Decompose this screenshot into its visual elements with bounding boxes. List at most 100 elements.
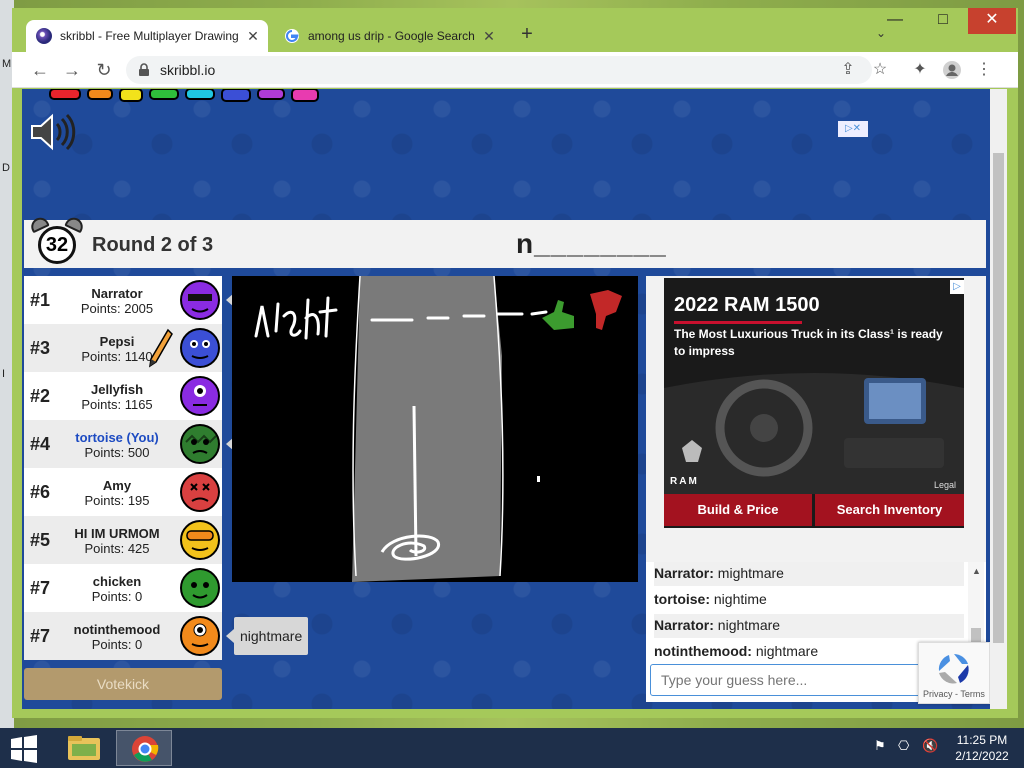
- player-rank: #5: [30, 530, 51, 550]
- player-row[interactable]: #3 Pepsi Points: 1140: [24, 324, 222, 372]
- taskbar-time: 11:25 PM: [956, 733, 1008, 747]
- word-hint: n________: [516, 228, 667, 259]
- player-rank: #2: [30, 386, 51, 406]
- tab-skribbl[interactable]: skribbl - Free Multiplayer Drawing ✕: [26, 20, 268, 52]
- player-rank: #6: [30, 482, 51, 502]
- player-rank: #7: [30, 626, 51, 646]
- tab-title: skribbl - Free Multiplayer Drawing: [60, 29, 239, 43]
- guess-input[interactable]: [650, 664, 922, 696]
- desktop-letter: I: [2, 368, 6, 380]
- ad-choices-icon[interactable]: ▷: [950, 280, 964, 294]
- new-tab-button[interactable]: +: [516, 24, 538, 46]
- back-arrow-icon[interactable]: ←: [28, 58, 52, 82]
- player-row[interactable]: #2 Jellyfish Points: 1165: [24, 372, 222, 420]
- sound-speaker-icon[interactable]: [28, 111, 76, 153]
- player-rank: #4: [30, 434, 51, 454]
- player-name: Amy: [102, 478, 132, 493]
- chat-message: tortoise: nightime: [654, 588, 964, 612]
- player-name: notinthemood: [73, 622, 161, 637]
- player-points: Points: 0: [91, 637, 143, 652]
- network-icon[interactable]: ⎔: [898, 738, 909, 754]
- recaptcha-links[interactable]: Privacy - Terms: [923, 689, 985, 699]
- drawing-canvas[interactable]: [232, 275, 638, 582]
- tab-strip: skribbl - Free Multiplayer Drawing ✕ amo…: [12, 8, 1018, 52]
- browser-window: skribbl - Free Multiplayer Drawing ✕ amo…: [12, 8, 1018, 718]
- player-points: Points: 500: [84, 445, 150, 460]
- tab-close-icon[interactable]: ✕: [480, 28, 498, 45]
- player-points: Points: 1165: [81, 397, 153, 412]
- player-row[interactable]: #4 tortoise (You) Points: 500: [24, 420, 222, 468]
- chat-text: nightmare: [717, 617, 781, 633]
- build-and-price-button[interactable]: Build & Price: [664, 494, 812, 526]
- search-inventory-button[interactable]: Search Inventory: [815, 494, 964, 526]
- chat-text: nightime: [713, 591, 767, 607]
- player-avatar-icon: [180, 424, 220, 464]
- player-row[interactable]: #1 Narrator Points: 2005: [24, 276, 222, 324]
- player-row[interactable]: #6 Amy Points: 195: [24, 468, 222, 516]
- skribbl-logo: [40, 89, 330, 105]
- player-points: Points: 425: [84, 541, 150, 556]
- player-row[interactable]: #5 HI IM URMOM Points: 425: [24, 516, 222, 564]
- ad-choices-icon[interactable]: ▷✕: [838, 121, 868, 137]
- ram-ad-banner[interactable]: 2022 RAM 1500 The Most Luxurious Truck i…: [664, 278, 964, 528]
- bookmark-star-icon[interactable]: ☆: [868, 58, 892, 82]
- chat-text: nightmare: [755, 643, 819, 659]
- taskbar-date: 2/12/2022: [955, 749, 1009, 763]
- player-avatar-icon: [180, 280, 220, 320]
- votekick-button[interactable]: Votekick: [24, 668, 222, 700]
- browser-toolbar: ← → ↻ skribbl.io ⇪ ☆ ✦ ⋮: [12, 52, 1018, 88]
- start-windows-icon[interactable]: [8, 734, 40, 764]
- canvas-drawing: [254, 275, 622, 582]
- chat-message: Narrator: nightmare: [654, 614, 964, 638]
- page-scroll-thumb[interactable]: [993, 153, 1004, 643]
- player-name: Jellyfish: [90, 382, 144, 397]
- profile-avatar-icon[interactable]: [940, 58, 964, 82]
- player-avatar-icon: [180, 616, 220, 656]
- forward-arrow-icon[interactable]: →: [60, 58, 84, 82]
- recaptcha-badge[interactable]: Privacy - Terms: [918, 642, 990, 704]
- chat-user: Narrator:: [654, 617, 714, 633]
- round-indicator: Round 2 of 3: [92, 234, 214, 256]
- player-rank: #3: [30, 338, 51, 358]
- player-avatar-icon: [180, 472, 220, 512]
- minimize-button[interactable]: —: [872, 8, 918, 34]
- page-scrollbar[interactable]: [990, 89, 1007, 709]
- ad-title-underline: [674, 321, 802, 324]
- reload-icon[interactable]: ↻: [92, 58, 116, 82]
- google-favicon-icon: [284, 28, 300, 44]
- share-icon[interactable]: ⇪: [836, 58, 860, 82]
- taskbar-clock[interactable]: 11:25 PM 2/12/2022: [950, 732, 1014, 764]
- chat-message: Narrator: mightmare: [654, 562, 964, 586]
- page-viewport: ▷✕ 32 Round 2 of 3 n________ #1 Narrator…: [22, 89, 990, 709]
- player-avatar-icon: [180, 568, 220, 608]
- desktop-letter: M: [2, 58, 12, 70]
- player-points: Points: 0: [91, 589, 143, 604]
- close-window-button[interactable]: ✕: [968, 8, 1016, 34]
- tab-title: among us drip - Google Search: [308, 29, 475, 43]
- player-name: tortoise (You): [75, 430, 159, 445]
- timer-clock-icon: 32: [28, 214, 86, 272]
- player-row[interactable]: #7 notinthemood Points: 0: [24, 612, 222, 660]
- ad-legal-link[interactable]: Legal: [934, 480, 956, 490]
- player-name: chicken: [92, 574, 142, 589]
- address-bar[interactable]: skribbl.io: [126, 56, 872, 84]
- recaptcha-icon: [938, 654, 969, 684]
- lock-icon[interactable]: [138, 56, 150, 87]
- player-row[interactable]: #7 chicken Points: 0: [24, 564, 222, 612]
- chat-user: notinthemood:: [654, 643, 752, 659]
- tab-close-icon[interactable]: ✕: [244, 28, 262, 45]
- chrome-taskbar-icon[interactable]: [116, 730, 172, 766]
- menu-kebab-icon[interactable]: ⋮: [972, 58, 996, 82]
- ad-subtitle: The Most Luxurious Truck in its Class¹ i…: [674, 327, 943, 358]
- scroll-up-arrow-icon[interactable]: ▲: [972, 566, 981, 576]
- volume-muted-icon[interactable]: 🔇: [922, 738, 938, 754]
- player-guess-bubble: nightmare: [225, 617, 309, 655]
- extensions-puzzle-icon[interactable]: ✦: [908, 58, 932, 82]
- player-avatar-icon: [180, 328, 220, 368]
- action-center-flag-icon[interactable]: ⚑: [874, 738, 886, 754]
- player-avatar-icon: [180, 376, 220, 416]
- player-points: Points: 2005: [80, 301, 154, 316]
- file-explorer-taskbar-icon[interactable]: [56, 730, 112, 766]
- maximize-button[interactable]: □: [920, 8, 966, 34]
- tab-google-search[interactable]: among us drip - Google Search ✕: [274, 20, 504, 52]
